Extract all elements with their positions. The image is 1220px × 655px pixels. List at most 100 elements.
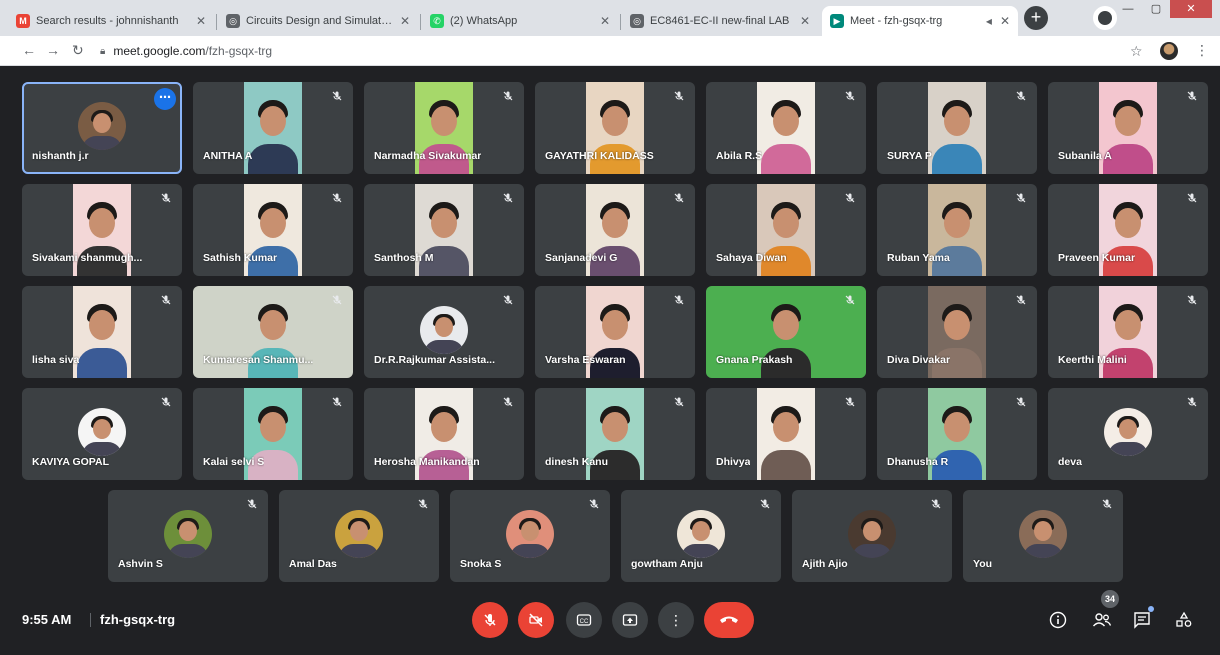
participant-tile[interactable]: Snoka S [450,490,610,582]
participant-avatar [78,408,126,456]
participant-video [757,388,815,480]
participant-name: Subanila A [1058,150,1112,162]
participant-name: Amal Das [289,558,337,570]
minimize-button[interactable]: — [1114,0,1142,18]
browser-window: M Search results - johnnishanth ✕ ◎ Circ… [0,0,1220,655]
window-close-button[interactable]: ✕ [1170,0,1212,18]
participant-name: Dhanusha R [887,456,949,468]
close-icon[interactable]: ✕ [400,14,410,28]
participant-name: Sahaya Diwan [716,252,787,264]
maximize-button[interactable]: ▢ [1142,0,1170,18]
more-options-button[interactable]: ⋮ [658,602,694,638]
participant-tile[interactable]: Abila R.S [706,82,866,174]
close-icon[interactable]: ✕ [600,14,610,28]
participant-tile[interactable]: Gnana Prakash [706,286,866,378]
participant-avatar [848,510,896,558]
participant-tile[interactable]: Sahaya Diwan [706,184,866,276]
participant-tile[interactable]: Keerthi Malini [1048,286,1208,378]
svg-text:CC: CC [580,619,589,625]
back-icon[interactable]: ← [22,42,36,58]
tab-divider [420,14,421,30]
participant-name: Ajith Ajio [802,558,848,570]
participant-tile[interactable]: You [963,490,1123,582]
participant-video [757,82,815,174]
tab-lab[interactable]: ◎ EC8461-EC-II new-final LAB ✕ [622,6,818,36]
participant-name: Narmadha Sivakumar [374,150,482,162]
participant-tile[interactable]: lisha siva [22,286,182,378]
present-now-button[interactable] [612,602,648,638]
participant-name: You [973,558,993,570]
participant-tile[interactable]: dinesh Kanu [535,388,695,480]
participant-tile[interactable]: Kumaresan Shanmu... [193,286,353,378]
participant-avatar [677,510,725,558]
mic-off-icon [415,498,431,514]
participant-tile[interactable]: Dhivya [706,388,866,480]
participant-tile[interactable]: Ajith Ajio [792,490,952,582]
participant-avatar [420,306,468,354]
participant-tile[interactable]: Sanjanadevi G [535,184,695,276]
tab-whatsapp[interactable]: ✆ (2) WhatsApp ✕ [422,6,618,36]
mic-off-icon [244,498,260,514]
participant-tile[interactable]: Santhosh M [364,184,524,276]
reload-icon[interactable]: ↻ [72,42,84,59]
tile-options-button[interactable]: ⋯ [154,88,176,110]
participant-tile[interactable]: SURYA P [877,82,1037,174]
participant-tile[interactable]: Ruban Yama [877,184,1037,276]
more-vert-icon[interactable]: ⋮ [1195,42,1209,59]
participant-tile[interactable]: ⋯ nishanth j.r [22,82,182,174]
activities-button[interactable] [1172,608,1196,632]
participant-tile[interactable]: ANITHA A [193,82,353,174]
participant-tile[interactable]: gowtham Anju [621,490,781,582]
participant-tile[interactable]: Ashvin S [108,490,268,582]
new-tab-button[interactable]: + [1024,6,1048,30]
mic-off-icon [671,294,687,310]
mic-off-icon [484,614,496,626]
participant-tile[interactable]: Dhanusha R [877,388,1037,480]
tab-gmail[interactable]: M Search results - johnnishanth ✕ [8,6,214,36]
participant-avatar [78,102,126,150]
participant-name: ANITHA A [203,150,253,162]
participant-tile[interactable]: Amal Das [279,490,439,582]
close-icon[interactable]: ✕ [800,14,810,28]
participant-name: KAVIYA GOPAL [32,456,110,468]
participant-tile[interactable]: Herosha Manikandan [364,388,524,480]
participant-name: Ruban Yama [887,252,950,264]
profile-avatar-icon[interactable] [1160,42,1178,60]
info-icon [1049,611,1067,629]
mic-off-icon [329,90,345,106]
participant-tile[interactable]: Diva Divakar [877,286,1037,378]
participant-name: Praveen Kumar [1058,252,1136,264]
tab-meet[interactable]: ▶ Meet - fzh-gsqx-trg ◂ ✕ [822,6,1018,36]
camera-toggle-button[interactable] [518,602,554,638]
participant-tile[interactable]: Sathish Kumar [193,184,353,276]
close-icon[interactable]: ✕ [1000,14,1010,28]
participant-tile[interactable]: Sivakami shanmugh... [22,184,182,276]
leave-call-button[interactable] [704,602,754,638]
mic-off-icon [1184,90,1200,106]
participant-tile[interactable]: GAYATHRI KALIDASS [535,82,695,174]
participant-tile[interactable]: KAVIYA GOPAL [22,388,182,480]
participant-tile[interactable]: Praveen Kumar [1048,184,1208,276]
forward-icon[interactable]: → [46,42,60,58]
tab-title: Search results - johnnishanth [36,15,179,27]
captions-button[interactable]: CC [566,602,602,638]
participant-tile[interactable]: Subanila A [1048,82,1208,174]
tab-circuits[interactable]: ◎ Circuits Design and Simulation ✕ [218,6,418,36]
participant-tile[interactable]: deva [1048,388,1208,480]
participant-tile[interactable]: Dr.R.Rajkumar Assista... [364,286,524,378]
chat-icon [1134,612,1150,629]
mic-off-icon [1184,192,1200,208]
mic-toggle-button[interactable] [472,602,508,638]
close-icon[interactable]: ✕ [196,14,206,28]
meeting-details-button[interactable] [1046,608,1070,632]
participant-tile[interactable]: Narmadha Sivakumar [364,82,524,174]
participants-button[interactable] [1090,608,1114,632]
camera-off-icon [529,613,543,627]
participant-tile[interactable]: Varsha Eswaran [535,286,695,378]
mic-off-icon [757,498,773,514]
bookmark-star-icon[interactable]: ☆ [1130,43,1143,60]
tab-divider [620,14,621,30]
participant-tile[interactable]: Kalai selvi S [193,388,353,480]
tab-title: EC8461-EC-II new-final LAB [650,15,790,27]
address-bar[interactable]: 🔒︎ meet.google.com /fzh-gsqx-trg [100,40,1110,62]
